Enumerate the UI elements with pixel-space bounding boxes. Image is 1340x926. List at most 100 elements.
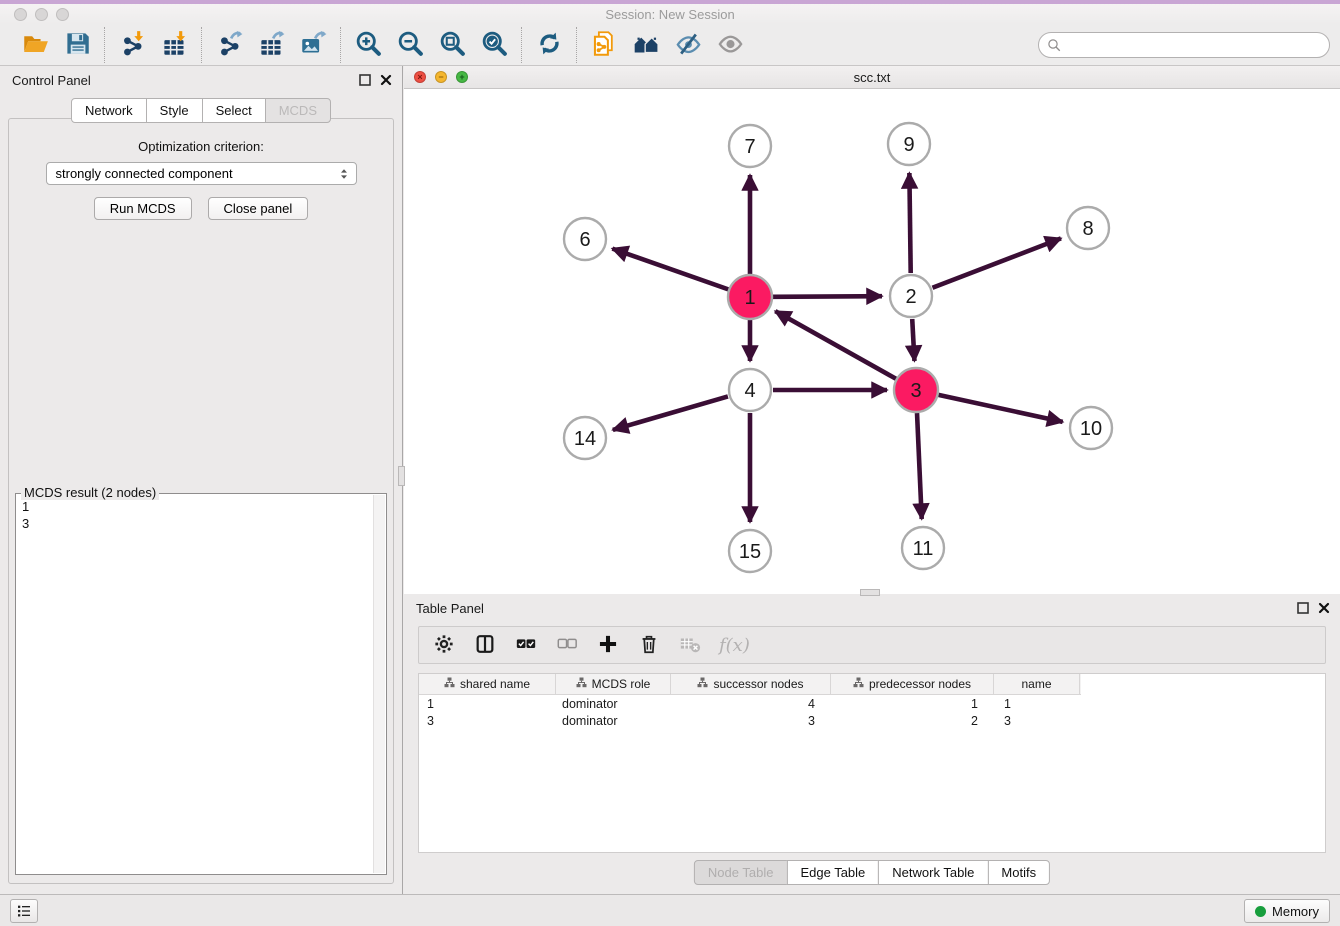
memory-label: Memory	[1272, 904, 1319, 919]
table-cell: 1	[419, 695, 556, 712]
tab-mcds[interactable]: MCDS	[265, 98, 331, 123]
tab-network-table[interactable]: Network Table	[878, 860, 988, 885]
column-header-MCDS-role[interactable]: MCDS role	[556, 674, 671, 694]
graph-node-4[interactable]: 4	[729, 369, 771, 411]
horizontal-splitter-grip[interactable]	[860, 589, 880, 596]
criterion-select-value: strongly connected component	[56, 166, 338, 181]
tab-style[interactable]: Style	[146, 98, 203, 123]
tab-motifs[interactable]: Motifs	[987, 860, 1050, 885]
graph-edge-1-2[interactable]	[773, 296, 882, 297]
refresh-button[interactable]	[534, 30, 564, 60]
graph-edge-3-1[interactable]	[775, 311, 896, 379]
column-header-successor-nodes[interactable]: successor nodes	[671, 674, 831, 694]
graph-node-10[interactable]: 10	[1070, 407, 1112, 449]
graph-node-14[interactable]: 14	[564, 417, 606, 459]
graph-edge-2-8[interactable]	[932, 238, 1060, 287]
float-panel-icon[interactable]	[359, 74, 371, 86]
float-table-panel-icon[interactable]	[1297, 602, 1309, 614]
graph-edge-2-9[interactable]	[909, 173, 910, 273]
network-canvas[interactable]: 7 9 6 8 1 2 4 3 14 10 15 11	[404, 89, 1340, 593]
run-mcds-button[interactable]: Run MCDS	[94, 197, 192, 220]
first-neighbors-button[interactable]	[631, 30, 661, 60]
graph-edge-1-6[interactable]	[612, 249, 728, 290]
export-table-button[interactable]	[256, 30, 286, 60]
graph-node-9[interactable]: 9	[888, 123, 930, 165]
hide-selected-button[interactable]	[673, 30, 703, 60]
graph-node-7[interactable]: 7	[729, 125, 771, 167]
svg-text:3: 3	[910, 380, 921, 402]
graph-node-3[interactable]: 3	[894, 368, 938, 412]
zoom-out-button[interactable]	[395, 30, 425, 60]
task-history-button[interactable]	[10, 899, 38, 923]
add-column-button[interactable]	[596, 633, 620, 657]
svg-text:1: 1	[744, 287, 755, 309]
tab-network[interactable]: Network	[71, 98, 147, 123]
svg-text:14: 14	[574, 428, 596, 450]
delete-column-icon	[638, 633, 660, 658]
mcds-result-line: 3	[22, 515, 368, 532]
memory-button[interactable]: Memory	[1244, 899, 1330, 923]
close-panel-icon[interactable]	[380, 74, 392, 86]
table-toolbar: f(x)	[418, 626, 1326, 664]
graph-node-15[interactable]: 15	[729, 530, 771, 572]
save-session-button[interactable]	[62, 30, 92, 60]
tab-select[interactable]: Select	[202, 98, 266, 123]
graph-node-2[interactable]: 2	[890, 275, 932, 317]
vertical-splitter-grip[interactable]	[398, 466, 405, 486]
import-table-button[interactable]	[159, 30, 189, 60]
graph-node-8[interactable]: 8	[1067, 207, 1109, 249]
tab-node-table[interactable]: Node Table	[694, 860, 788, 885]
graph-edge-2-3[interactable]	[912, 319, 914, 361]
show-all-button[interactable]	[715, 30, 745, 60]
close-table-panel-icon[interactable]	[1318, 602, 1330, 614]
close-panel-button[interactable]: Close panel	[208, 197, 309, 220]
criterion-select[interactable]: strongly connected component	[46, 162, 357, 185]
export-network-button[interactable]	[214, 30, 244, 60]
network-minimize-icon[interactable]: −	[435, 71, 447, 83]
table-row[interactable]: 3dominator323	[419, 712, 1081, 729]
open-session-icon	[22, 30, 49, 60]
search-input[interactable]	[1062, 35, 1329, 55]
toolbar-group	[8, 30, 104, 60]
mcds-result-list[interactable]: 13	[17, 495, 373, 873]
column-header-shared-name[interactable]: shared name	[419, 674, 556, 694]
toolbar-group	[341, 30, 521, 60]
column-header-label: name	[1021, 677, 1051, 691]
zoom-out-icon	[397, 30, 424, 60]
column-header-name[interactable]: name	[994, 674, 1080, 694]
graph-edge-3-10[interactable]	[938, 395, 1062, 422]
function-builder-button: f(x)	[719, 633, 750, 657]
svg-text:7: 7	[744, 136, 755, 158]
export-image-button[interactable]	[298, 30, 328, 60]
delete-column-button[interactable]	[637, 633, 661, 657]
zoom-selected-button[interactable]	[479, 30, 509, 60]
zoom-fit-button[interactable]	[437, 30, 467, 60]
result-scrollbar[interactable]	[373, 495, 385, 873]
toggle-column-display-button[interactable]	[473, 633, 497, 657]
graph-node-6[interactable]: 6	[564, 218, 606, 260]
table-cell: 1	[831, 695, 994, 712]
svg-text:10: 10	[1080, 418, 1102, 440]
graph-edge-3-11[interactable]	[917, 413, 922, 519]
column-header-predecessor-nodes[interactable]: predecessor nodes	[831, 674, 994, 694]
network-close-icon[interactable]: ×	[414, 71, 426, 83]
clear-all-check-button[interactable]	[555, 633, 579, 657]
window-titlebar: Session: New Session	[0, 4, 1340, 24]
table-settings-button[interactable]	[432, 633, 456, 657]
graph-node-1[interactable]: 1	[728, 275, 772, 319]
open-session-button[interactable]	[20, 30, 50, 60]
delete-table-icon	[679, 633, 701, 658]
import-network-icon	[119, 30, 146, 60]
new-network-from-selection-button[interactable]	[589, 30, 619, 60]
import-network-button[interactable]	[117, 30, 147, 60]
zoom-in-button[interactable]	[353, 30, 383, 60]
select-all-check-button[interactable]	[514, 633, 538, 657]
table-row[interactable]: 1dominator411	[419, 695, 1081, 712]
graph-edge-4-14[interactable]	[613, 396, 728, 429]
network-maximize-icon[interactable]: +	[456, 71, 468, 83]
toggle-column-display-icon	[474, 633, 496, 658]
list-icon	[16, 903, 32, 919]
mcds-result-box: MCDS result (2 nodes) 13	[15, 493, 387, 875]
graph-node-11[interactable]: 11	[902, 527, 944, 569]
tab-edge-table[interactable]: Edge Table	[786, 860, 879, 885]
